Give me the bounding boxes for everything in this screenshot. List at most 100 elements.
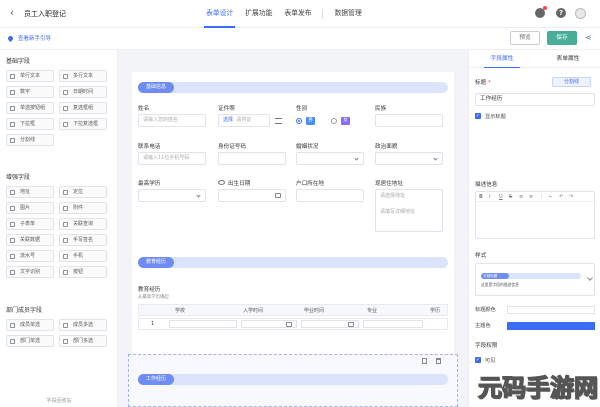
birthdate-input[interactable] <box>218 189 286 202</box>
field-item[interactable]: 手机 <box>59 250 107 262</box>
education-select[interactable] <box>138 189 206 202</box>
field-item[interactable]: 日期时间 <box>59 86 107 98</box>
field-item[interactable]: 按钮 <box>59 266 107 278</box>
field-item[interactable]: 分割线 <box>6 134 54 146</box>
field-item[interactable]: 流水号 <box>6 250 54 262</box>
title-input[interactable]: 工作经历 <box>475 93 595 106</box>
italic-icon[interactable]: I <box>489 192 499 201</box>
field-group-title: 基础字段 <box>6 58 31 65</box>
gender-radio-female[interactable] <box>331 118 337 124</box>
column-header: 毕业时间 <box>304 308 325 314</box>
field-item[interactable]: 附件 <box>59 202 107 214</box>
field-item-label: 单选按钮组 <box>20 105 46 111</box>
section-basic-info[interactable]: 基础信息 <box>138 82 448 93</box>
save-button[interactable]: 保存 <box>547 31 577 45</box>
field-item[interactable]: 关联查询 <box>59 218 107 230</box>
undo-icon[interactable]: ↶ <box>559 192 569 201</box>
field-item-label: 部门单选 <box>20 338 41 344</box>
address-input[interactable]: 请选择地址 请填写详细地址 <box>375 189 443 232</box>
field-item[interactable]: 成员单选 <box>6 319 54 331</box>
visible-checkbox[interactable]: ✓ <box>475 357 481 363</box>
id-photo-hint: 请将证 <box>236 117 252 123</box>
more-icon[interactable]: ⋮ <box>539 192 549 201</box>
field-item[interactable]: 文字识别 <box>6 266 54 278</box>
field-item[interactable]: 下拉复选框 <box>59 118 107 130</box>
enroll-date-cell[interactable] <box>241 320 297 328</box>
field-item[interactable]: 图片 <box>6 202 54 214</box>
calendar-icon <box>275 193 281 198</box>
eye-icon[interactable] <box>218 180 225 185</box>
back-arrow-icon[interactable]: ‹ <box>6 7 18 19</box>
choose-button[interactable]: 选择 <box>223 117 233 123</box>
text-icon <box>10 74 15 79</box>
tab-publish[interactable]: 表单发布 <box>278 0 317 28</box>
avatar[interactable] <box>575 8 586 19</box>
field-item[interactable]: 多行文本 <box>59 70 107 82</box>
field-item[interactable]: 单行文本 <box>6 70 54 82</box>
share-icon[interactable]: ⋖ <box>585 34 593 42</box>
bold-icon[interactable]: B <box>479 192 489 201</box>
tab-data-management[interactable]: 数据管理 <box>329 0 368 28</box>
redo-icon[interactable]: ↷ <box>569 192 579 201</box>
tab-field-properties[interactable]: 字段属性 <box>469 50 535 68</box>
delete-icon[interactable] <box>436 358 441 364</box>
field-item-label: 文字识别 <box>20 269 41 275</box>
field-item[interactable]: 部门多选 <box>59 335 107 347</box>
help-icon[interactable]: ? <box>556 8 566 18</box>
field-item[interactable]: 定位 <box>59 186 107 198</box>
style-selector[interactable]: 字段标题 这里是字段的描述信息 <box>475 263 595 296</box>
site-watermark: 元码手游网 <box>477 373 598 402</box>
field-recycle-bin[interactable]: 字段回收站 <box>0 395 118 407</box>
field-item[interactable]: 下拉框 <box>6 118 54 130</box>
field-item[interactable]: 数字 <box>6 86 54 98</box>
field-item[interactable]: 子表单 <box>6 218 54 230</box>
field-item[interactable]: 部门单选 <box>6 335 54 347</box>
required-mark: * <box>487 80 491 86</box>
dropdown-icon <box>10 122 15 127</box>
political-select[interactable] <box>375 152 443 165</box>
field-item-label: 定位 <box>73 189 84 195</box>
id-photo-upload[interactable]: 选择 请将证 <box>218 114 270 127</box>
phone-icon <box>63 254 68 259</box>
ethnic-input[interactable] <box>375 114 443 127</box>
underline-icon[interactable]: U <box>499 192 509 201</box>
field-item-label: 子表单 <box>20 221 36 227</box>
list-icon[interactable] <box>275 118 282 124</box>
hukou-input[interactable] <box>296 189 364 202</box>
field-item[interactable]: 单选按钮组 <box>6 102 54 114</box>
gender-radio-male[interactable] <box>296 118 302 124</box>
tab-form-design[interactable]: 表单设计 <box>200 0 239 28</box>
field-item[interactable]: 成员多选 <box>59 319 107 331</box>
field-item[interactable]: 地址 <box>6 186 54 198</box>
name-input[interactable]: 请输入您的姓名 <box>138 114 206 127</box>
description-editor[interactable]: B I U S ≡ ≡ ⋮ ⌁ ↶ ↷ <box>475 191 595 239</box>
bell-icon[interactable] <box>535 6 547 18</box>
school-cell[interactable] <box>169 320 237 328</box>
id-number-input[interactable] <box>218 152 286 165</box>
table-row[interactable]: 1 <box>138 318 448 330</box>
strikethrough-icon[interactable]: S <box>509 192 519 201</box>
theme-color-picker[interactable] <box>507 322 595 330</box>
align-icon[interactable]: ≡ <box>519 192 529 201</box>
field-item[interactable]: 手写签名 <box>59 234 107 246</box>
show-title-checkbox[interactable]: ✓ <box>475 113 481 119</box>
phone-input[interactable]: 请输入11位手机号码 <box>138 152 206 165</box>
copy-icon[interactable] <box>422 358 427 364</box>
section-work[interactable]: 工作经历 <box>138 374 448 385</box>
app-title: 员工入职登记 <box>24 10 66 18</box>
graduate-date-cell[interactable] <box>301 320 359 328</box>
section-education[interactable]: 教育经历 <box>138 257 448 268</box>
title-color-picker[interactable] <box>507 306 595 314</box>
desc-label: 描述信息 <box>475 182 498 188</box>
guide-link[interactable]: 查看新手引导 <box>6 34 51 43</box>
tab-extensions[interactable]: 扩展功能 <box>239 0 278 28</box>
field-item[interactable]: 复选框组 <box>59 102 107 114</box>
list-icon[interactable]: ≡ <box>529 192 539 201</box>
preview-button[interactable]: 预览 <box>510 31 540 45</box>
link-icon[interactable]: ⌁ <box>549 192 559 201</box>
tab-form-properties[interactable]: 表单属性 <box>535 50 600 68</box>
divider-format-button[interactable]: 分割线 <box>552 77 591 87</box>
major-cell[interactable] <box>363 320 423 328</box>
field-item[interactable]: 关联数据 <box>6 234 54 246</box>
marital-select[interactable] <box>296 152 364 165</box>
